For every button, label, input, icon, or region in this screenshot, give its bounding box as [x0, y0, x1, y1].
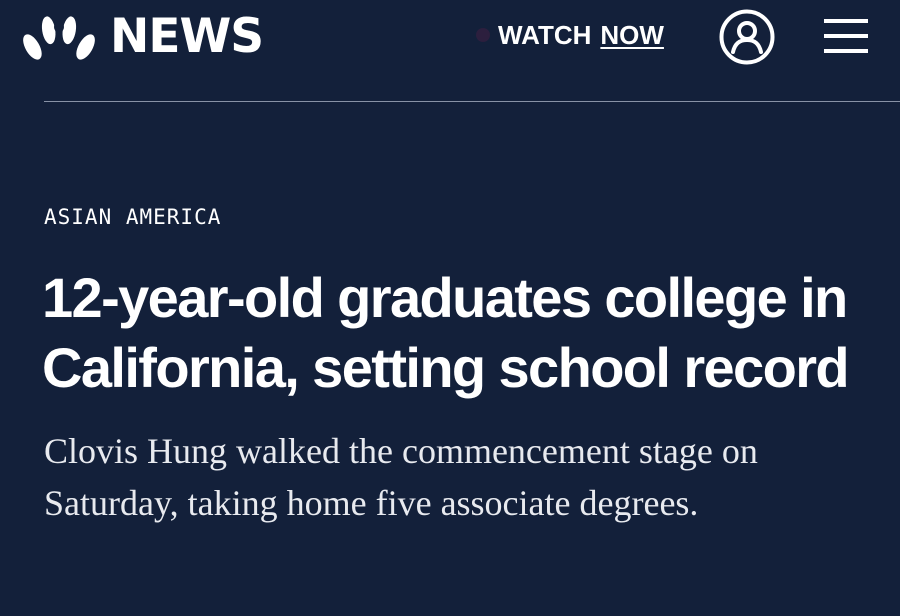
section-label[interactable]: ASIAN AMERICA: [44, 203, 221, 231]
watch-label: WATCH: [498, 19, 592, 50]
nbc-news-logo[interactable]: NEWS: [20, 9, 264, 64]
nbc-peacock-icon: [23, 16, 95, 60]
site-header: NEWS WATCH NOW: [0, 0, 900, 102]
watch-now-link[interactable]: WATCH NOW: [476, 20, 664, 50]
user-account-icon[interactable]: [719, 9, 775, 65]
article-headline: 12-year-old graduates college in Califor…: [42, 266, 850, 399]
watch-now-label: NOW: [600, 19, 664, 50]
article-dek: Clovis Hung walked the commencement stag…: [44, 431, 758, 523]
brand-wordmark: NEWS: [110, 9, 264, 64]
header-divider: [44, 101, 900, 102]
hamburger-menu-icon[interactable]: [824, 16, 868, 56]
live-dot-icon: [476, 28, 490, 42]
